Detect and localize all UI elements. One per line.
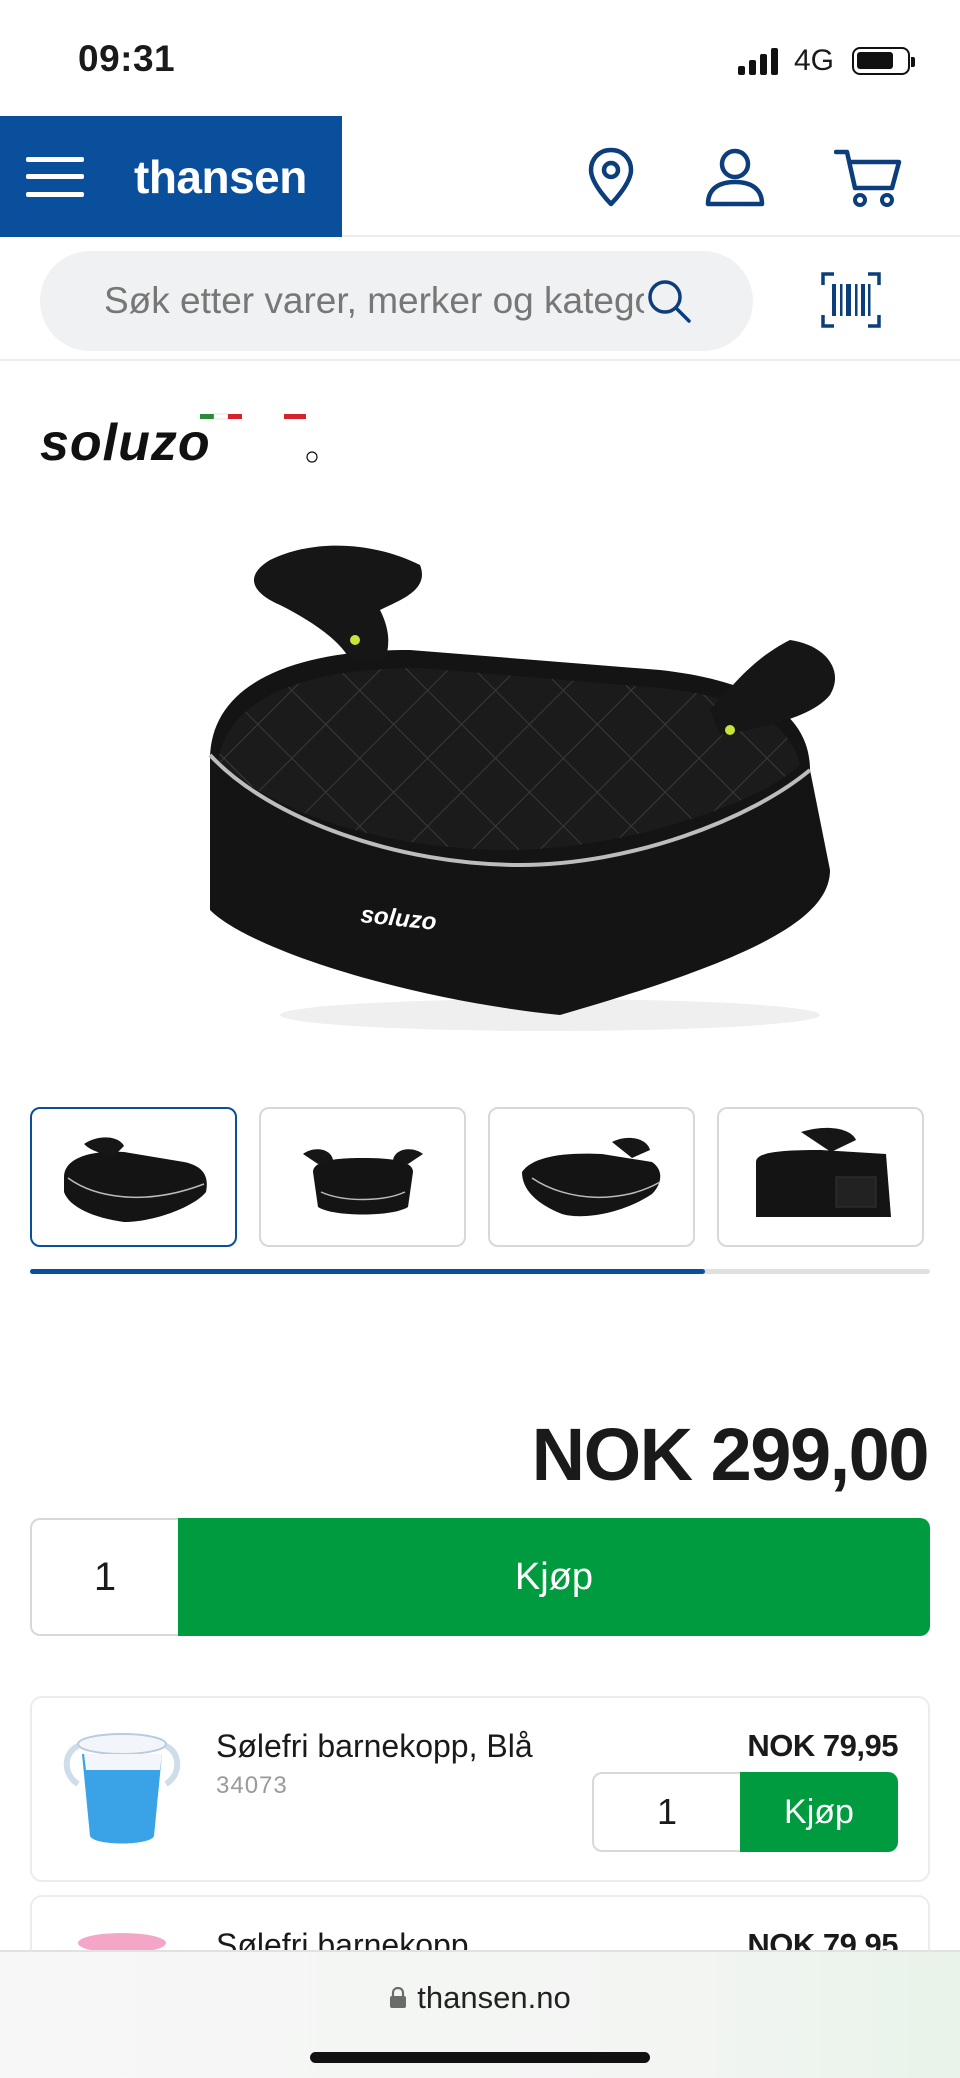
site-header: thansen — [0, 116, 960, 237]
accessory-card[interactable]: Sølefri barnekopp, Blå 34073 NOK 79,95 1… — [30, 1696, 930, 1882]
accessory-buy-row: 1 Kjøp — [592, 1772, 898, 1852]
accessory-image — [63, 1733, 181, 1844]
product-price: NOK 299,00 — [531, 1413, 930, 1496]
accessory-buy-button[interactable]: Kjøp — [740, 1772, 898, 1852]
network-label: 4G — [793, 44, 834, 77]
url-text: thansen.no — [417, 1980, 571, 2015]
accessory-quantity-input[interactable]: 1 — [592, 1772, 740, 1852]
thumbnail-strip — [30, 1107, 924, 1247]
thumbnail-2[interactable] — [259, 1107, 466, 1247]
search-icon[interactable] — [645, 277, 695, 327]
quantity-input[interactable]: 1 — [30, 1518, 178, 1636]
menu-icon[interactable] — [26, 156, 84, 197]
barcode-icon[interactable] — [820, 271, 882, 329]
brand-logo[interactable]: thansen — [134, 150, 307, 204]
thumbnail-4-image — [755, 1127, 891, 1217]
product-brand-logo: soluzo — [40, 413, 318, 470]
location-pin-icon[interactable] — [578, 144, 644, 210]
svg-text:soluzo: soluzo — [40, 414, 211, 470]
thumbnail-4[interactable] — [717, 1107, 924, 1247]
brand-bar: thansen — [0, 116, 342, 237]
cart-icon[interactable] — [834, 144, 904, 210]
search-box — [40, 251, 753, 351]
gallery-progress-fill — [30, 1269, 705, 1274]
status-indicators: 4G — [737, 44, 915, 78]
lock-icon — [390, 1987, 407, 2008]
buy-row: 1 Kjøp — [30, 1518, 930, 1636]
status-bar: 09:31 4G — [0, 0, 960, 116]
status-time: 09:31 — [78, 38, 176, 79]
url-field[interactable]: thansen.no — [0, 1980, 960, 2016]
product-main-image[interactable]: soluzo — [190, 520, 870, 1040]
signal-icon — [737, 47, 778, 75]
search-input[interactable] — [104, 280, 644, 322]
thumbnail-2-image — [302, 1149, 423, 1215]
user-icon[interactable] — [702, 144, 768, 210]
browser-address-bar[interactable]: thansen.no — [0, 1950, 960, 2078]
search-row — [0, 239, 960, 361]
thumbnail-3-image — [521, 1137, 660, 1217]
buy-button[interactable]: Kjøp — [178, 1518, 930, 1636]
gallery-progress — [30, 1269, 930, 1274]
thumbnail-1-image — [63, 1137, 207, 1222]
battery-icon — [852, 47, 915, 75]
accessory-price: NOK 79,95 — [747, 1728, 898, 1763]
accessory-name[interactable]: Sølefri barnekopp, Blå — [216, 1728, 533, 1765]
accessory-sku: 34073 — [216, 1772, 288, 1799]
thumbnail-3[interactable] — [488, 1107, 695, 1247]
thumbnail-1[interactable] — [30, 1107, 237, 1247]
home-indicator[interactable] — [310, 2052, 650, 2063]
